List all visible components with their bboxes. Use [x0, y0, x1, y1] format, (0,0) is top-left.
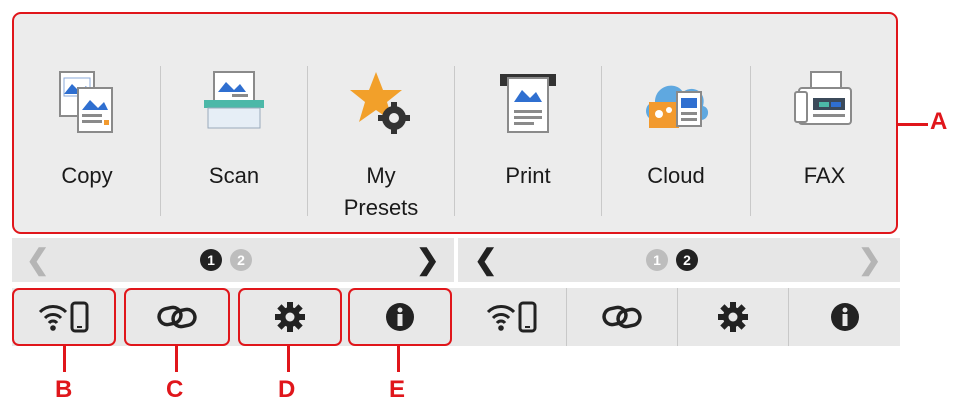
copy-icon [56, 70, 118, 139]
setup-button[interactable] [678, 288, 788, 346]
my-presets-label: My Presets [343, 163, 419, 220]
page-dot-current: 1 [200, 249, 222, 271]
network-link-button[interactable] [567, 288, 677, 346]
wifi-phone-icon [486, 301, 537, 333]
chevron-right-icon[interactable]: ❯ [858, 245, 881, 275]
page-dot[interactable]: 2 [230, 249, 252, 271]
scan-icon [202, 70, 266, 139]
callout-c: C [166, 376, 184, 403]
print-label: Print [505, 163, 551, 188]
copy-button[interactable]: Copy [14, 14, 160, 232]
cloud-icon [641, 70, 711, 139]
callout-b: B [55, 376, 73, 403]
information-button[interactable] [348, 288, 452, 346]
chevron-left-icon[interactable]: ❮ [474, 245, 497, 275]
callout-d-line [287, 346, 290, 372]
scan-label: Scan [208, 163, 260, 188]
chevron-left-icon[interactable]: ❮ [26, 245, 49, 275]
setup-button[interactable] [238, 288, 342, 346]
link-icon [157, 305, 197, 329]
information-button[interactable] [789, 288, 900, 346]
copy-label: Copy [61, 163, 113, 188]
callout-b-line [63, 346, 66, 372]
callout-d: D [278, 376, 296, 403]
link-icon [602, 305, 642, 329]
app-menu-panel: Copy Scan My Presets Print Cloud FAX [12, 12, 898, 234]
wifi-phone-icon [38, 301, 89, 333]
wireless-connect-button[interactable] [12, 288, 116, 346]
callout-a: A [930, 108, 948, 135]
print-icon [496, 70, 560, 141]
network-link-button[interactable] [124, 288, 230, 346]
chevron-right-icon[interactable]: ❯ [416, 245, 439, 275]
bottom-status-bar [12, 288, 900, 346]
page-indicator-left: ❮ 1 2 ❯ [12, 238, 454, 282]
settings-gear-icon [275, 302, 305, 332]
settings-gear-icon [718, 302, 748, 332]
callout-e: E [389, 376, 406, 403]
fax-label: FAX [803, 163, 846, 188]
callout-e-line [397, 346, 400, 372]
page-dot[interactable]: 1 [646, 249, 668, 271]
info-icon [830, 303, 859, 331]
my-presets-icon [348, 70, 414, 141]
page-indicator-right: ❮ 1 2 ❯ [458, 238, 900, 282]
wireless-connect-button[interactable] [458, 288, 566, 346]
callout-a-line [898, 123, 928, 126]
scan-button[interactable]: Scan [161, 14, 307, 232]
my-presets-button[interactable]: My Presets [308, 14, 454, 232]
info-icon [386, 303, 414, 331]
cloud-button[interactable]: Cloud [602, 14, 750, 232]
print-button[interactable]: Print [455, 14, 601, 232]
fax-icon [793, 70, 857, 135]
cloud-label: Cloud [647, 163, 705, 188]
callout-c-line [175, 346, 178, 372]
fax-button[interactable]: FAX [751, 14, 898, 232]
page-dot-current: 2 [676, 249, 698, 271]
